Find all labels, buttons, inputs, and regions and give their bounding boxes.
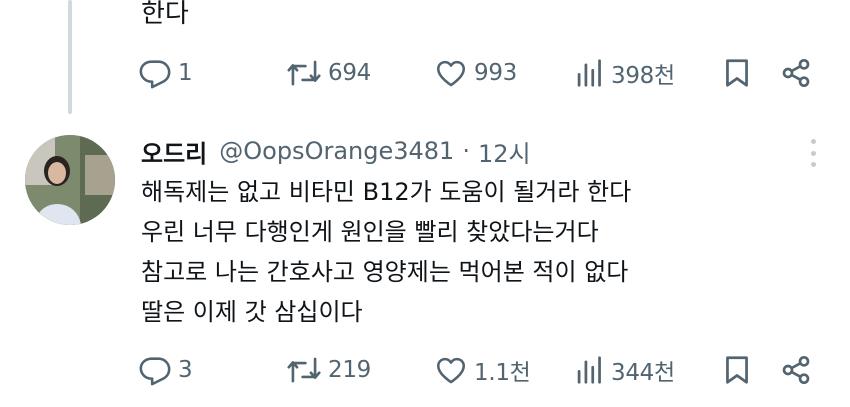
previous-tweet-text: 한다 <box>141 0 189 29</box>
user-handle[interactable]: @OopsOrange3481 <box>219 137 454 165</box>
bookmark-icon <box>722 353 752 387</box>
share-icon <box>780 56 812 90</box>
reply-button[interactable]: 1 <box>138 56 193 90</box>
more-icon-dot <box>810 139 816 144</box>
like-count: 1.1천 <box>474 360 531 386</box>
views-count: 344천 <box>611 360 675 386</box>
retweet-count: 219 <box>328 357 371 383</box>
views-button[interactable]: 344천 <box>575 353 675 387</box>
more-icon-dot <box>810 162 816 167</box>
more-options-button[interactable] <box>806 139 820 167</box>
reply-count: 1 <box>178 60 193 86</box>
views-icon <box>575 353 605 387</box>
retweet-button[interactable]: 694 <box>286 56 371 90</box>
reply-count: 3 <box>178 357 193 383</box>
bookmark-icon <box>722 56 752 90</box>
avatar-photo <box>25 135 115 225</box>
views-button[interactable]: 398천 <box>575 56 675 90</box>
reply-button[interactable]: 3 <box>138 353 193 387</box>
share-button[interactable] <box>780 353 812 387</box>
share-icon <box>780 353 812 387</box>
retweet-button[interactable]: 219 <box>286 353 371 387</box>
heart-icon <box>434 353 468 387</box>
tweet-text-line: 딸은 이제 갓 삼십이다 <box>141 298 363 326</box>
display-name[interactable]: 오드리 <box>141 134 207 169</box>
like-button[interactable]: 993 <box>434 56 517 90</box>
reply-icon <box>138 56 172 90</box>
share-button[interactable] <box>780 56 812 90</box>
previous-tweet-actions: 1 694 993 398천 <box>138 53 828 93</box>
reply-icon <box>138 353 172 387</box>
views-count: 398천 <box>611 63 675 89</box>
tweet-text-line: 참고로 나는 간호사고 영양제는 먹어본 적이 없다 <box>141 258 629 286</box>
timestamp[interactable]: 12시 <box>478 134 531 169</box>
more-icon-dot <box>810 150 816 156</box>
tweet-text: 해독제는 없고 비타민 B12가 도움이 될거라 한다 우린 너무 다행인게 원… <box>141 172 631 332</box>
tweet-actions: 3 219 1.1천 344천 <box>138 350 828 390</box>
views-icon <box>575 56 605 90</box>
like-button[interactable]: 1.1천 <box>434 353 531 387</box>
tweet-text-line: 우린 너무 다행인게 원인을 빨리 찾았다는거다 <box>141 218 599 246</box>
retweet-count: 694 <box>328 60 371 86</box>
retweet-icon <box>286 56 322 90</box>
heart-icon <box>434 56 468 90</box>
like-count: 993 <box>474 60 517 86</box>
bookmark-button[interactable] <box>722 56 752 90</box>
bookmark-button[interactable] <box>722 353 752 387</box>
thread-connector-line <box>68 0 72 114</box>
tweet-text-line: 해독제는 없고 비타민 B12가 도움이 될거라 한다 <box>141 178 632 206</box>
avatar[interactable] <box>25 135 115 225</box>
retweet-icon <box>286 353 322 387</box>
separator-dot: · <box>462 137 470 165</box>
tweet-header: 오드리 @OopsOrange3481 · 12시 <box>141 131 531 171</box>
